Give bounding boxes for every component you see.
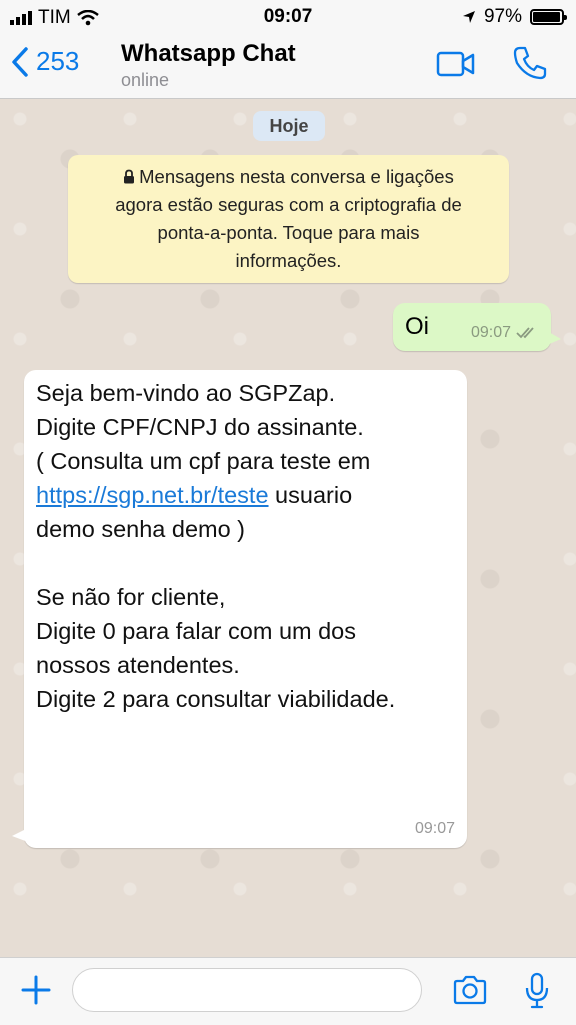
back-button[interactable]: 253 [10,46,79,77]
lock-icon [124,169,135,184]
chat-area[interactable]: Hoje Mensagens nesta conversa e ligações… [0,99,576,957]
message-meta: 09:07 [471,324,539,342]
encryption-line: ponta-a-ponta. Toque para mais [157,222,420,243]
battery-percent: 97% [483,6,522,27]
message-line: Digite 0 para falar com um dos [36,618,357,644]
message-text: Oi [405,313,429,340]
chat-header: 253 Whatsapp Chat online [0,34,576,99]
location-arrow-icon [462,11,475,23]
chat-status: online [121,70,170,90]
plus-icon[interactable] [20,974,52,1006]
message-time: 09:07 [470,324,511,341]
battery-icon [530,9,567,25]
message-line: nossos atendentes. [36,652,240,678]
message-line: Se não for cliente, [36,584,226,610]
message-input[interactable] [73,969,421,1011]
encryption-line: Mensagens nesta conversa e ligações [68,163,509,191]
message-time: 09:07 [414,820,455,837]
camera-icon[interactable] [452,975,488,1005]
message-line: demo senha demo ) [36,516,246,542]
message-field[interactable] [72,968,422,1012]
incoming-message[interactable]: Seja bem-vindo ao SGPZap. Digite CPF/CNP… [12,370,467,848]
teste-link[interactable]: https://sgp.net.br/teste [36,482,269,508]
message-line: Digite CPF/CNPJ do assinante. [36,414,364,440]
outgoing-message[interactable]: Oi 09:07 [393,303,561,351]
input-bar [0,957,576,1025]
message-body: Seja bem-vindo ao SGPZap. Digite CPF/CNP… [36,376,395,716]
date-pill: Hoje [253,111,325,141]
chat-title[interactable]: Whatsapp Chat [121,40,296,68]
double-check-icon [516,327,534,339]
status-right-group: 97% [462,6,567,28]
status-bar: TIM 09:07 97% [0,0,576,34]
message-line: https://sgp.net.br/teste usuario [36,478,395,512]
message-line-rest: usuario [268,482,353,508]
encryption-line: agora estão seguras com a criptografia d… [115,194,462,215]
chevron-left-icon [12,46,28,77]
unread-count: 253 [36,46,80,76]
battery-fill [533,12,561,22]
microphone-icon[interactable] [524,972,550,1010]
message-line: Digite 2 para consultar viabilidade. [36,686,396,712]
message-line: ( Consulta um cpf para teste em [36,448,371,474]
phone-icon[interactable] [512,45,548,81]
encryption-notice[interactable]: Mensagens nesta conversa e ligações agor… [68,155,509,283]
video-camera-icon[interactable] [436,50,476,78]
message-line: Seja bem-vindo ao SGPZap. [36,380,336,406]
encryption-line: informações. [235,250,342,271]
